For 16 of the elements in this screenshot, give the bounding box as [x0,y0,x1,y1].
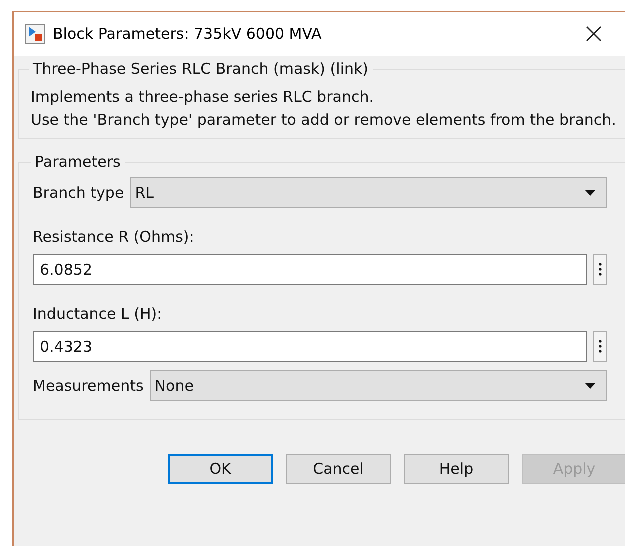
description-text: Use the 'Branch type' parameter to add or remove elements from the branch. [31,110,618,131]
dropdown[interactable]: None [150,370,607,401]
group-title: Parameters [34,153,122,171]
field-label: Resistance R (Ohms): [33,228,196,246]
dialog-button[interactable]: OK [168,454,274,484]
field-label: Branch type [33,184,124,202]
dialog-button[interactable]: Help [404,454,509,484]
description-text: Implements a three-phase series RLC branch. [31,87,375,108]
field-label: Measurements [33,376,144,394]
input-field[interactable]: 0.4323 [33,331,587,362]
input-field[interactable]: 6.0852 [33,254,587,285]
dropdown[interactable]: RL [130,177,607,208]
field-label: Inductance L (H): [33,305,164,323]
dialog-button[interactable]: Cancel [286,454,392,484]
window-title: Block Parameters: 735kV 6000 MVA [53,25,322,43]
group-title: Three-Phase Series RLC Branch (mask) (link) [32,60,370,78]
